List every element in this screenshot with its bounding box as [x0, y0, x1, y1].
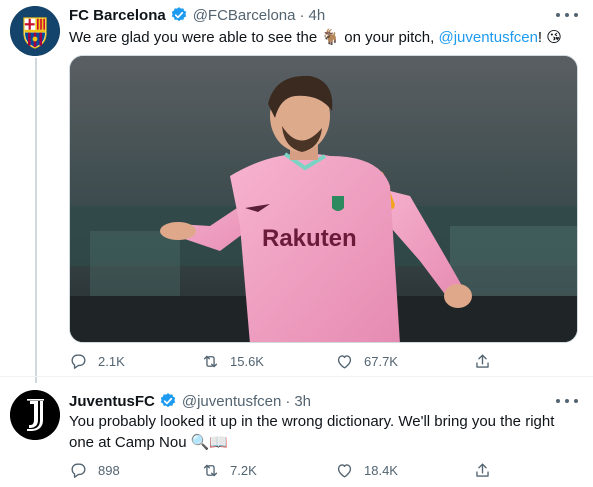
separator: ·: [299, 6, 305, 24]
tweet-actions: 2.1K 15.6K 67.7K: [69, 350, 509, 372]
reply-count: 2.1K: [98, 353, 125, 369]
goat-emoji: 🐐: [321, 28, 341, 46]
tweet-header: FC Barcelona @FCBarcelona · 4h: [69, 4, 325, 26]
share-icon: [476, 462, 489, 477]
display-name[interactable]: FC Barcelona: [69, 7, 166, 24]
tweet-media-photo[interactable]: Rakuten: [69, 55, 578, 343]
tweet-text-part: on your pitch,: [340, 29, 439, 46]
share-button[interactable]: [473, 459, 502, 481]
tweet-text: We are glad you were able to see the 🐐 o…: [69, 27, 579, 48]
like-button[interactable]: 67.7K: [335, 350, 398, 372]
jersey-sponsor-text: Rakuten: [262, 225, 357, 252]
fc-barcelona-crest-icon: [10, 6, 60, 56]
retweet-button[interactable]: 15.6K: [201, 350, 264, 372]
share-button[interactable]: [473, 350, 502, 372]
player-photo: Rakuten: [70, 56, 577, 342]
reply-count: 898: [98, 462, 120, 478]
mention-link[interactable]: @juventusfcen: [438, 29, 537, 46]
handle[interactable]: @FCBarcelona: [193, 7, 296, 24]
tweet-fcbarcelona[interactable]: FC Barcelona @FCBarcelona · 4h We are gl…: [0, 0, 593, 376]
reply-icon: [71, 353, 86, 369]
retweet-icon: [203, 355, 218, 367]
like-button[interactable]: 18.4K: [335, 459, 398, 481]
share-icon: [476, 353, 489, 368]
tweet-header: JuventusFC @juventusfcen · 3h: [69, 390, 311, 412]
tweet-actions: 898 7.2K 18.4K: [69, 459, 509, 481]
tweet-text: You probably looked it up in the wrong d…: [69, 412, 579, 453]
avatar-juventusfc[interactable]: [10, 390, 60, 440]
magnifier-book-emoji: 🔍📖: [190, 433, 229, 451]
retweet-count: 15.6K: [230, 353, 264, 369]
tweet-juventusfc[interactable]: JuventusFC @juventusfcen · 3h You probab…: [0, 376, 593, 487]
reply-button[interactable]: 898: [69, 459, 120, 481]
handle[interactable]: @juventusfcen: [182, 393, 281, 410]
retweet-button[interactable]: 7.2K: [201, 459, 257, 481]
juventus-logo-icon: [10, 390, 60, 440]
reply-button[interactable]: 2.1K: [69, 350, 125, 372]
tweet-text-part: We are glad you were able to see the: [69, 29, 322, 46]
more-icon[interactable]: [556, 10, 578, 20]
separator: ·: [285, 392, 291, 410]
verified-icon: [171, 7, 186, 22]
like-count: 18.4K: [364, 462, 398, 478]
reply-icon: [71, 462, 86, 478]
display-name[interactable]: JuventusFC: [69, 393, 155, 410]
like-icon: [337, 463, 352, 478]
kiss-emoji: 😘: [546, 28, 562, 46]
retweet-count: 7.2K: [230, 462, 257, 478]
verified-icon: [160, 393, 176, 408]
like-count: 67.7K: [364, 353, 398, 369]
avatar-fcbarcelona[interactable]: [10, 6, 60, 56]
retweet-icon: [203, 464, 218, 476]
more-icon[interactable]: [556, 396, 578, 406]
like-icon: [337, 354, 352, 369]
timestamp[interactable]: 4h: [308, 7, 325, 24]
timestamp[interactable]: 3h: [294, 393, 311, 410]
tweet-text-part: !: [537, 29, 547, 46]
tweet-text-body: You probably looked it up in the wrong d…: [69, 413, 555, 451]
